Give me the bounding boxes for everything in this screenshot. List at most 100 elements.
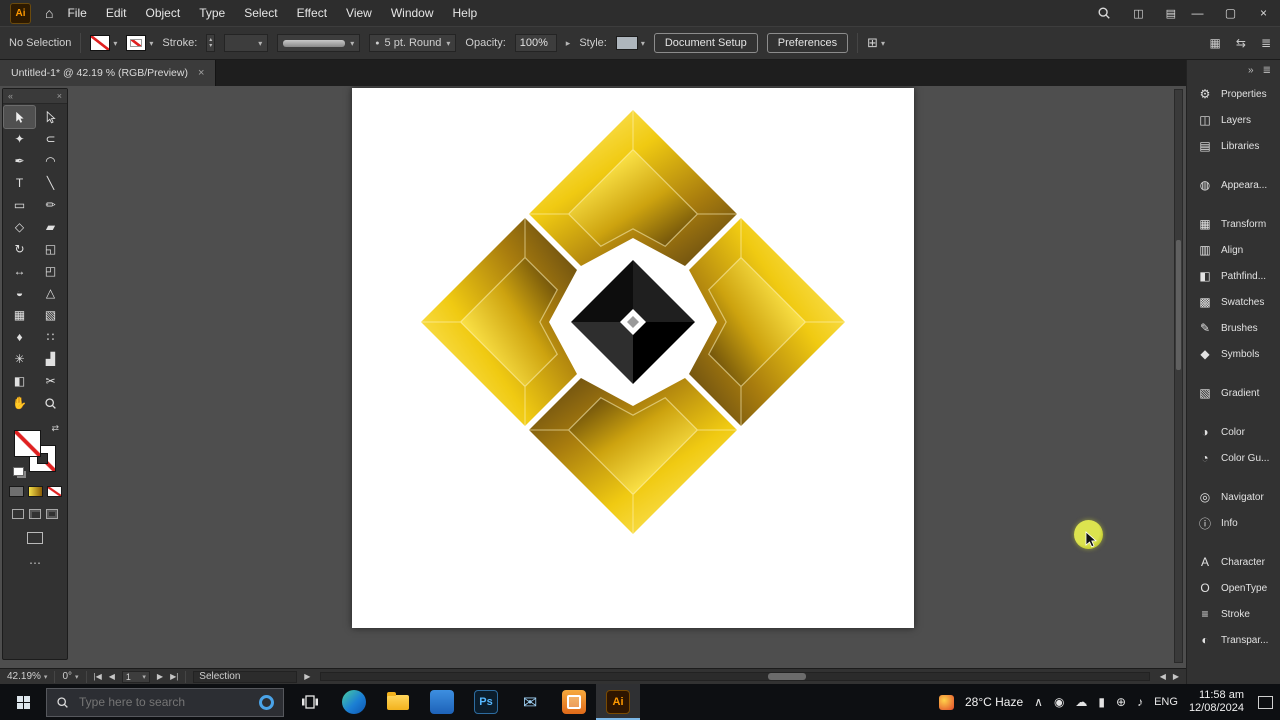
edge-app[interactable] xyxy=(332,684,376,720)
tab-close-icon[interactable]: × xyxy=(198,67,204,79)
panel-tab-character[interactable]: A Character xyxy=(1187,549,1280,575)
panel-tab-transform[interactable]: ▦ Transform xyxy=(1187,211,1280,237)
orange-app[interactable] xyxy=(552,684,596,720)
search-icon[interactable] xyxy=(1097,6,1111,20)
pen-tool[interactable]: ✒ xyxy=(4,150,35,172)
taskbar-search[interactable] xyxy=(46,687,284,717)
start-button[interactable] xyxy=(0,684,46,720)
panel-tab-color-guide[interactable]: ◔ Color Gu... xyxy=(1187,445,1280,471)
zoom-level-dropdown[interactable]: 42.19% ▾ xyxy=(7,671,47,682)
style-dropdown[interactable]: ▾ xyxy=(615,36,645,50)
symbol-sprayer-tool[interactable]: ✳ xyxy=(4,348,35,370)
menu-edit[interactable]: Edit xyxy=(106,6,127,20)
draw-normal-icon[interactable] xyxy=(12,509,24,519)
panel-tab-color[interactable]: ◑ Color xyxy=(1187,419,1280,445)
line-segment-tool[interactable]: ╲ xyxy=(35,172,66,194)
blue-app[interactable] xyxy=(420,684,464,720)
panel-close-icon[interactable]: × xyxy=(57,91,62,101)
weather-text[interactable]: 28°C Haze xyxy=(965,695,1023,709)
scroll-right-icon[interactable]: ▶ xyxy=(1173,672,1179,681)
panel-tab-symbols[interactable]: ◆ Symbols xyxy=(1187,341,1280,367)
paintbrush-tool[interactable]: ✏ xyxy=(35,194,66,216)
home-icon[interactable]: ⌂ xyxy=(45,5,53,21)
panel-tab-info[interactable]: ⓘ Info xyxy=(1187,510,1280,536)
type-tool[interactable]: T xyxy=(4,172,35,194)
width-tool[interactable]: ↔ xyxy=(4,260,35,282)
menu-effect[interactable]: Effect xyxy=(297,6,327,20)
panel-tab-navigator[interactable]: ◎ Navigator xyxy=(1187,484,1280,510)
slice-tool[interactable]: ✂ xyxy=(35,370,66,392)
stroke-weight-stepper[interactable]: ▴ ▾ xyxy=(206,34,216,52)
stroke-weight-dropdown[interactable]: ▾ xyxy=(224,34,269,52)
fill-indicator-swatch[interactable] xyxy=(14,430,41,457)
fill-stroke-indicator[interactable]: ⇄ xyxy=(13,423,59,476)
eyedropper-tool[interactable]: ♦ xyxy=(4,326,35,348)
screen-mode-icon[interactable] xyxy=(27,532,43,544)
action-center-icon[interactable] xyxy=(1258,695,1273,709)
menu-file[interactable]: File xyxy=(67,6,86,20)
hand-tool[interactable]: ✋ xyxy=(4,392,35,414)
brush-definition-dropdown[interactable]: ▾ xyxy=(277,34,361,52)
shaper-tool[interactable]: ◇ xyxy=(4,216,35,238)
artboard-number-dropdown[interactable]: 1 ▾ xyxy=(121,670,150,683)
scroll-left-icon[interactable]: ◀ xyxy=(1160,672,1166,681)
draw-behind-icon[interactable] xyxy=(29,509,41,519)
panel-tab-properties[interactable]: ⚙ Properties xyxy=(1187,81,1280,107)
default-fill-stroke-icon[interactable] xyxy=(13,467,24,476)
direct-selection-tool[interactable] xyxy=(35,106,66,128)
menu-type[interactable]: Type xyxy=(199,6,225,20)
free-transform-tool[interactable]: ◰ xyxy=(35,260,66,282)
vertical-scrollbar-thumb[interactable] xyxy=(1176,240,1181,370)
panel-menu-icon[interactable]: ≣ xyxy=(1261,36,1271,50)
column-graph-tool[interactable]: ▟ xyxy=(35,348,66,370)
menu-help[interactable]: Help xyxy=(453,6,478,20)
illustrator-app[interactable]: Ai xyxy=(596,684,640,720)
panel-tab-stroke[interactable]: ≡ Stroke xyxy=(1187,601,1280,627)
swap-fill-stroke-icon[interactable]: ⇄ xyxy=(51,423,59,434)
panel-tab-appearance[interactable]: ◍ Appeara... xyxy=(1187,172,1280,198)
photoshop-app[interactable]: Ps xyxy=(464,684,508,720)
perspective-grid-tool[interactable]: △ xyxy=(35,282,66,304)
magic-wand-tool[interactable]: ✦ xyxy=(4,128,35,150)
battery-icon[interactable]: ▮ xyxy=(1098,695,1105,709)
fill-color-dropdown[interactable]: ▾ xyxy=(90,35,117,51)
lasso-tool[interactable]: ⊂ xyxy=(35,128,66,150)
menu-view[interactable]: View xyxy=(346,6,372,20)
arrange-documents-icon[interactable]: ◫ xyxy=(1133,7,1143,20)
volume-icon[interactable]: ♪ xyxy=(1137,695,1143,709)
restore-button[interactable]: ▢ xyxy=(1214,0,1247,26)
panel-tab-swatches[interactable]: ▩ Swatches xyxy=(1187,289,1280,315)
opacity-input[interactable] xyxy=(514,34,557,52)
workspace-switcher-icon[interactable]: ▤ xyxy=(1166,7,1176,20)
menu-object[interactable]: Object xyxy=(146,6,181,20)
panel-tab-transparency[interactable]: ◐ Transpar... xyxy=(1187,627,1280,653)
taskbar-clock[interactable]: 11:58 am 12/08/2024 xyxy=(1189,689,1244,715)
selection-tool[interactable] xyxy=(3,105,36,129)
curvature-tool[interactable]: ◠ xyxy=(35,150,66,172)
arrange-icon[interactable]: ⇆ xyxy=(1236,36,1246,50)
shape-builder-tool[interactable]: ◒ xyxy=(4,282,35,304)
first-artboard-icon[interactable]: |◀ xyxy=(94,672,102,681)
zoom-tool[interactable] xyxy=(35,392,66,414)
mail-app[interactable]: ✉ xyxy=(508,684,552,720)
expand-panels-icon[interactable]: » xyxy=(1248,65,1254,76)
none-button[interactable] xyxy=(46,486,62,497)
panel-tab-opentype[interactable]: O OpenType xyxy=(1187,575,1280,601)
meet-now-icon[interactable]: ◉ xyxy=(1054,695,1064,709)
eraser-tool[interactable]: ▰ xyxy=(35,216,66,238)
panel-tab-align[interactable]: ▥ Align xyxy=(1187,237,1280,263)
spinner-down-icon[interactable]: ▾ xyxy=(209,43,212,49)
horizontal-scrollbar[interactable] xyxy=(320,672,1150,681)
rectangle-tool[interactable]: ▭ xyxy=(4,194,35,216)
weather-icon[interactable] xyxy=(938,694,954,710)
artboard[interactable] xyxy=(352,88,914,628)
document-setup-button[interactable]: Document Setup xyxy=(653,33,758,53)
menu-window[interactable]: Window xyxy=(391,6,434,20)
status-mode-field[interactable]: Selection xyxy=(193,670,298,683)
status-expand-icon[interactable]: ▶ xyxy=(304,672,310,681)
scale-tool[interactable]: ◱ xyxy=(35,238,66,260)
gradient-tool[interactable]: ▧ xyxy=(35,304,66,326)
search-input[interactable] xyxy=(77,694,251,710)
collapse-panel-icon[interactable]: « xyxy=(8,91,13,101)
menu-select[interactable]: Select xyxy=(244,6,277,20)
